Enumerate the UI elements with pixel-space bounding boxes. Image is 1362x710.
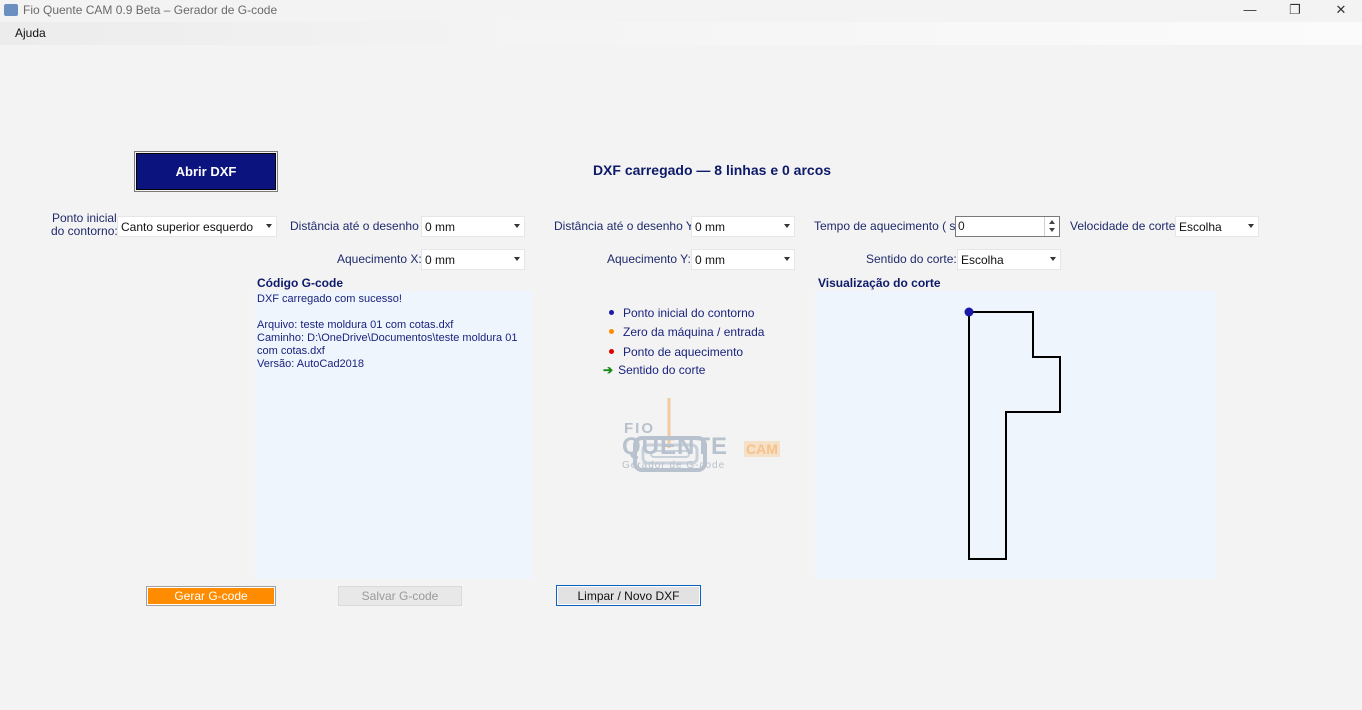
cut-speed-value: Escolha (1179, 220, 1222, 234)
legend-label: Zero da máquina / entrada (623, 325, 765, 339)
gcode-title: Código G-code (257, 276, 343, 290)
start-point-value: Canto superior esquerdo (121, 220, 254, 234)
cut-direction-label: Sentido do corte: (866, 252, 957, 266)
start-point-marker (964, 307, 974, 317)
save-gcode-button[interactable]: Salvar G-code (338, 586, 462, 606)
arrow-down-icon[interactable] (1049, 228, 1055, 232)
dot-icon (609, 349, 614, 355)
status-message: DXF carregado — 8 linhas e 0 arcos (592, 162, 832, 178)
logo-quente-text: QUENTE (622, 433, 729, 460)
visualization-title: Visualização do corte (818, 276, 941, 290)
dist-x-label: Distância até o desenho X: (290, 219, 434, 233)
dist-x-select[interactable]: 0 mm (421, 216, 525, 237)
start-point-select[interactable]: Canto superior esquerdo (117, 216, 277, 237)
heat-x-value: 0 mm (425, 253, 455, 267)
minimize-button[interactable]: — (1227, 0, 1273, 22)
cut-speed-label: Velocidade de corte: (1070, 219, 1179, 233)
menu-help[interactable]: Ajuda (15, 26, 46, 40)
dist-y-select[interactable]: 0 mm (691, 216, 795, 237)
start-point-label-line2: do contorno: (51, 224, 118, 238)
heat-x-select[interactable]: 0 mm (421, 249, 525, 270)
generate-gcode-button[interactable]: Gerar G-code (146, 586, 276, 606)
legend-start-point: Ponto inicial do contorno (609, 306, 754, 320)
legend-label: Ponto inicial do contorno (623, 306, 755, 320)
spinner-buttons[interactable] (1044, 217, 1059, 236)
heat-y-value: 0 mm (695, 253, 725, 267)
arrow-right-icon: ➔ (603, 363, 614, 377)
heat-time-spinner[interactable]: 0 (955, 216, 1060, 237)
chevron-down-icon (1248, 224, 1254, 228)
start-point-label: Ponto inicial do contorno: (51, 212, 118, 238)
visualization-canvas[interactable] (815, 291, 1216, 579)
maximize-button[interactable]: ❐ (1272, 0, 1318, 22)
gcode-textarea[interactable]: DXF carregado com sucesso! Arquivo: test… (255, 291, 532, 579)
dist-y-label: Distância até o desenho Y: (554, 219, 697, 233)
cut-speed-select[interactable]: Escolha (1175, 216, 1259, 237)
heat-time-label: Tempo de aquecimento ( s ): (814, 219, 967, 233)
heat-x-label: Aquecimento X: (337, 252, 422, 266)
window-title: Fio Quente CAM 0.9 Beta – Gerador de G-c… (23, 3, 278, 17)
dot-icon (609, 329, 614, 335)
chevron-down-icon (784, 224, 790, 228)
logo-subtitle: Gerador de G-code (622, 460, 726, 471)
chevron-down-icon (1050, 257, 1056, 261)
clear-new-dxf-button[interactable]: Limpar / Novo DXF (556, 585, 701, 606)
legend-cut-direction: ➔ Sentido do corte (603, 363, 705, 377)
cut-path-drawing (964, 307, 1061, 560)
chevron-down-icon (266, 224, 272, 228)
logo-cam-badge: CAM (744, 441, 780, 457)
menu-bar (0, 22, 1362, 45)
legend-machine-zero: Zero da máquina / entrada (609, 325, 764, 339)
app-icon (4, 4, 18, 16)
legend-label: Sentido do corte (618, 363, 706, 377)
chevron-down-icon (784, 257, 790, 261)
arrow-up-icon[interactable] (1049, 220, 1055, 224)
heat-y-label: Aquecimento Y: (607, 252, 691, 266)
legend-label: Ponto de aquecimento (623, 345, 744, 359)
cut-direction-select[interactable]: Escolha (957, 249, 1061, 270)
legend-heat-point: Ponto de aquecimento (609, 345, 743, 359)
chevron-down-icon (514, 257, 520, 261)
cut-contour (968, 311, 1061, 560)
dist-x-value: 0 mm (425, 220, 455, 234)
close-button[interactable]: ✕ (1318, 0, 1362, 22)
heat-time-value: 0 (958, 219, 965, 233)
dot-icon (609, 310, 614, 316)
chevron-down-icon (514, 224, 520, 228)
heat-y-select[interactable]: 0 mm (691, 249, 795, 270)
dist-y-value: 0 mm (695, 220, 725, 234)
cut-direction-value: Escolha (961, 253, 1004, 267)
